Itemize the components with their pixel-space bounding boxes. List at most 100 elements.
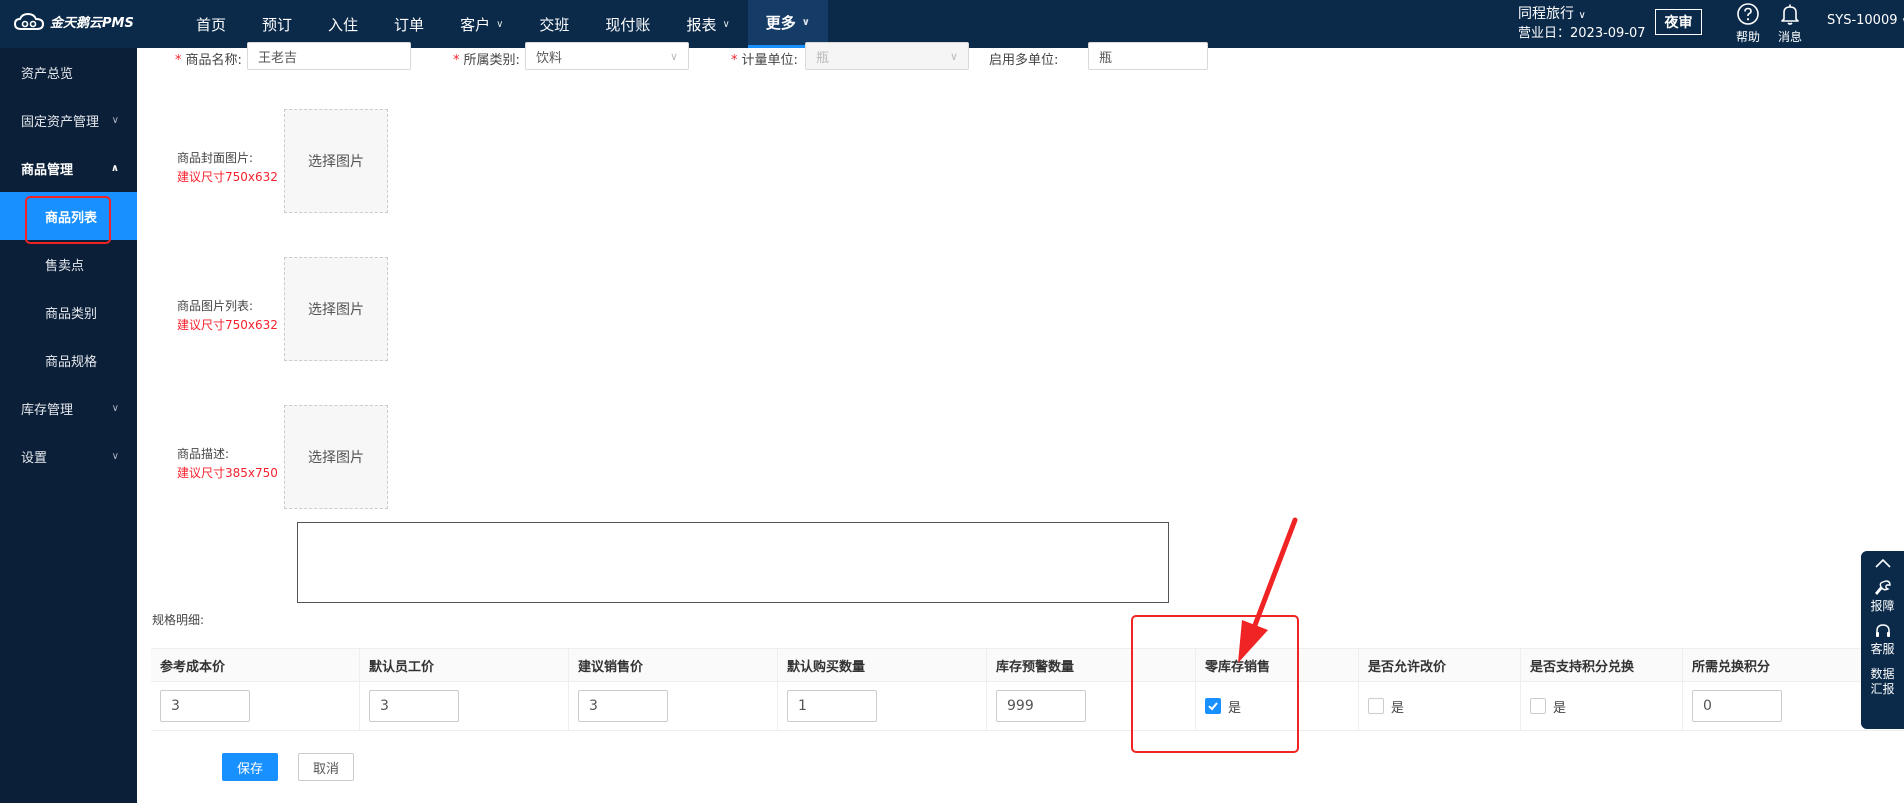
sidebar-item-label: 库存管理 [21, 402, 74, 418]
nav-booking-label: 预订 [262, 15, 293, 34]
nav-home[interactable]: 首页 [178, 0, 244, 48]
sidebar-item-label: 固定资产管理 [21, 114, 100, 130]
report-issue-label: 报障 [1870, 599, 1895, 613]
points-needed-input[interactable]: 0 [1692, 690, 1782, 722]
unit-label: * 计量单位: [731, 49, 798, 68]
customer-service-label: 客服 [1870, 642, 1895, 656]
sidebar-item-inventory[interactable]: 库存管理 ∨ [0, 384, 137, 432]
sidebar-item-label: 资产总览 [21, 66, 74, 82]
required-mark: * [453, 53, 460, 68]
collapse-up-button[interactable] [1861, 551, 1904, 569]
sidebar: 资产总览 固定资产管理 ∨ 商品管理 ∧ 商品列表 售卖点 商品类别 商品规格 库存… [0, 48, 137, 803]
multi-unit-input[interactable]: 瓶 [1088, 42, 1208, 70]
messages-button[interactable]: 消息 [1770, 2, 1810, 45]
cell-staff-price: 3 [360, 682, 569, 730]
description-image-uploader[interactable]: 选择图片 [284, 405, 388, 509]
sale-price-input[interactable]: 3 [578, 690, 668, 722]
hotel-selector[interactable]: 同程旅行 ∨ [1518, 3, 1586, 23]
unit-value: 瓶 [816, 50, 830, 66]
annotation-arrow-icon [1238, 517, 1298, 663]
cost-input[interactable]: 3 [160, 690, 250, 722]
gallery-label: 商品图片列表: [177, 299, 254, 313]
gallery-uploader[interactable]: 选择图片 [284, 257, 388, 361]
points-exchange-label: 是 [1553, 700, 1567, 716]
chevron-up-icon: ∧ [110, 162, 119, 174]
header-points-exchange: 是否支持积分兑换 [1521, 649, 1683, 681]
cell-points-exchange: 是 [1521, 682, 1683, 730]
nav-checkin[interactable]: 入住 [310, 0, 376, 48]
stock-warn-input[interactable]: 999 [996, 690, 1086, 722]
user-name: SYS-10009 [1827, 13, 1898, 28]
nav-more[interactable]: 更多 ∨ [747, 0, 828, 48]
nav-reports[interactable]: 报表 ∨ [668, 0, 747, 48]
nav-orders-label: 订单 [394, 15, 425, 34]
sidebar-item-asset-overview[interactable]: 资产总览 [0, 48, 137, 96]
sidebar-item-fixed-assets[interactable]: 固定资产管理 ∨ [0, 96, 137, 144]
cell-buy-qty: 1 [778, 682, 987, 730]
cell-cost: 3 [151, 682, 360, 730]
customer-service-button[interactable]: 客服 [1861, 622, 1904, 657]
top-bar: 金天鹅云PMS 首页 预订 入住 订单 客户 ∨ 交班 现付账 报表 ∨ 更多 ∨ 同… [0, 0, 1904, 48]
category-select[interactable]: 饮料 ∨ [525, 42, 689, 70]
cover-image-hint: 建议尺寸750x632 [177, 170, 278, 184]
nav-cash-account-label: 现付账 [605, 15, 651, 34]
sidebar-item-goods-category[interactable]: 商品类别 [0, 288, 137, 336]
nav-orders[interactable]: 订单 [376, 0, 442, 48]
nav-customers[interactable]: 客户 ∨ [442, 0, 521, 48]
table-header: 参考成本价 默认员工价 建议销售价 默认购买数量 库存预警数量 零库存销售 是否… [151, 648, 1904, 682]
unit-select[interactable]: 瓶 ∨ [805, 42, 969, 70]
night-audit-button[interactable]: 夜审 [1655, 9, 1702, 35]
chevron-down-icon: ∨ [111, 450, 119, 462]
chevron-down-icon: ∨ [949, 50, 958, 63]
user-menu[interactable]: SYS-10009 ∨ [1827, 13, 1904, 28]
sidebar-item-label: 商品类别 [45, 306, 98, 322]
table-row: 3 3 3 1 999 是 是 是 0 [151, 682, 1904, 731]
help-button[interactable]: 帮助 [1728, 2, 1768, 45]
nav-reports-label: 报表 [686, 15, 717, 34]
category-value: 饮料 [536, 50, 563, 66]
points-exchange-checkbox[interactable] [1530, 698, 1546, 714]
chevron-down-icon: ∨ [801, 17, 810, 28]
category-label: * 所属类别: [453, 49, 520, 68]
main-nav: 首页 预订 入住 订单 客户 ∨ 交班 现付账 报表 ∨ 更多 ∨ [178, 0, 828, 48]
data-report-label-2: 汇报 [1870, 682, 1895, 696]
goods-name-label: * 商品名称: [175, 49, 242, 68]
chevron-down-icon: ∨ [722, 18, 730, 30]
nav-cash-account[interactable]: 现付账 [587, 0, 668, 48]
allow-price-change-checkbox[interactable] [1368, 698, 1384, 714]
header-allow-price-change: 是否允许改价 [1359, 649, 1521, 681]
wrench-icon [1874, 580, 1891, 596]
spec-table: 参考成本价 默认员工价 建议销售价 默认购买数量 库存预警数量 零库存销售 是否… [151, 648, 1904, 731]
chevron-down-icon: ∨ [111, 114, 119, 126]
goods-name-input[interactable]: 王老吉 [247, 42, 411, 70]
bell-icon [1781, 4, 1799, 25]
nav-shift-label: 交班 [539, 15, 570, 34]
save-button[interactable]: 保存 [222, 753, 278, 781]
help-label: 帮助 [1735, 30, 1760, 44]
header-buy-qty: 默认购买数量 [778, 649, 987, 681]
sidebar-item-settings[interactable]: 设置 ∨ [0, 432, 137, 480]
description-textarea[interactable] [297, 522, 1169, 603]
nav-shift[interactable]: 交班 [521, 0, 587, 48]
help-icon [1737, 3, 1759, 25]
buy-qty-input[interactable]: 1 [787, 690, 877, 722]
messages-label: 消息 [1777, 30, 1802, 44]
sidebar-item-goods-spec[interactable]: 商品规格 [0, 336, 137, 384]
brand-logo[interactable]: 金天鹅云PMS [14, 12, 134, 31]
cancel-button[interactable]: 取消 [298, 753, 354, 781]
goods-name-label-text: 商品名称: [185, 53, 242, 68]
nav-booking[interactable]: 预订 [244, 0, 310, 48]
header-staff-price: 默认员工价 [360, 649, 569, 681]
sidebar-item-sales-point[interactable]: 售卖点 [0, 240, 137, 288]
sidebar-item-label: 商品管理 [21, 162, 74, 178]
floating-tool-panel: 报障 客服 数据 汇报 [1861, 551, 1904, 729]
staff-price-input[interactable]: 3 [369, 690, 459, 722]
cover-image-uploader[interactable]: 选择图片 [284, 109, 388, 213]
report-issue-button[interactable]: 报障 [1861, 579, 1904, 614]
chevron-up-icon [1874, 558, 1891, 568]
required-mark: * [731, 53, 738, 68]
sidebar-item-goods-management[interactable]: 商品管理 ∧ [0, 144, 137, 192]
cloud-logo-icon [14, 12, 44, 30]
description-hint: 建议尺寸385x750 [177, 466, 278, 480]
data-report-button[interactable]: 数据 汇报 [1861, 667, 1904, 697]
